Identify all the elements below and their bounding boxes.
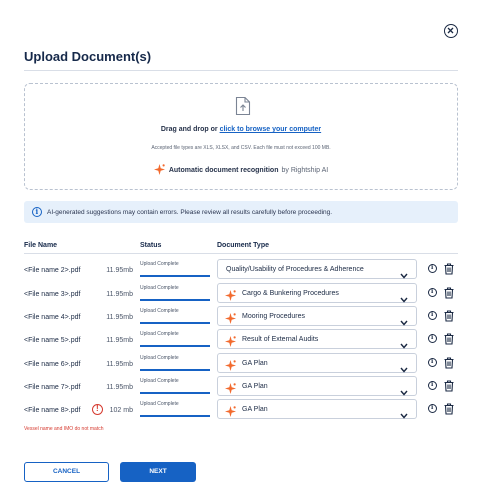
upload-status: Upload Complete	[140, 355, 179, 361]
table-row: <File name 6>.pdf 11.95mb Upload Complete G…	[24, 353, 458, 376]
upload-progress-bar	[140, 369, 210, 371]
table-row: <File name 8>.pdf 102 mb Upload Complete GA…	[24, 399, 458, 422]
table-row: <File name 4>.pdf 11.95mb Upload Complete M…	[24, 306, 458, 329]
upload-progress-bar	[140, 275, 210, 277]
trash-icon[interactable]	[444, 379, 454, 397]
upload-status: Upload Complete	[140, 285, 179, 291]
upload-status: Upload Complete	[140, 331, 179, 337]
sparkle-icon	[153, 164, 165, 175]
file-name: <File name 6>.pdf	[24, 361, 81, 368]
info-icon[interactable]	[428, 264, 437, 273]
upload-status: Upload Complete	[140, 378, 179, 384]
trash-icon[interactable]	[444, 356, 454, 374]
table-row: <File name 3>.pdf 11.95mb Upload Complete C…	[24, 283, 458, 306]
file-name: <File name 7>.pdf	[24, 384, 81, 391]
dropzone-instruction: Drag and drop or click to browse your co…	[25, 126, 457, 133]
file-size: 11.95mb	[106, 384, 133, 391]
sparkle-icon	[225, 381, 236, 399]
trash-icon[interactable]	[444, 402, 454, 420]
cancel-button[interactable]: CANCEL	[24, 462, 109, 482]
upload-progress-bar	[140, 392, 210, 394]
trash-icon[interactable]	[444, 332, 454, 350]
file-size: 102 mb	[109, 407, 133, 414]
ai-recognition-label: Automatic document recognition by Rightsh…	[25, 164, 457, 175]
chevron-down-icon	[400, 266, 408, 284]
file-name: <File name 5>.pdf	[24, 337, 81, 344]
file-dropzone[interactable]: Drag and drop or click to browse your co…	[24, 83, 458, 190]
row-error-message: Vessel name and IMO do not match	[24, 426, 104, 432]
chevron-down-icon	[400, 406, 408, 424]
file-name: <File name 4>.pdf	[24, 314, 81, 321]
next-button[interactable]: NEXT	[120, 462, 196, 482]
dialog-title: Upload Document(s)	[24, 49, 152, 64]
table-row: <File name 7>.pdf 11.95mb Upload Complete G…	[24, 376, 458, 399]
ai-disclaimer-banner: AI-generated suggestions may contain err…	[24, 201, 458, 223]
browse-link[interactable]: click to browse your computer	[220, 126, 322, 133]
title-divider	[24, 70, 458, 71]
info-icon	[32, 207, 42, 217]
info-icon[interactable]	[428, 358, 437, 367]
sparkle-icon	[225, 358, 236, 376]
document-type-value: GA Plan	[242, 383, 268, 390]
sparkle-icon	[225, 404, 236, 422]
file-name: <File name 2>.pdf	[24, 267, 81, 274]
document-type-value: Mooring Procedures	[242, 313, 306, 320]
upload-progress-bar	[140, 322, 210, 324]
info-icon[interactable]	[428, 311, 437, 320]
file-size: 11.95mb	[106, 361, 133, 368]
upload-progress-bar	[140, 345, 210, 347]
document-type-select[interactable]: Quality/Usability of Procedures & Adhere…	[217, 259, 417, 279]
sparkle-icon	[225, 288, 236, 306]
document-type-select[interactable]: Result of External Audits	[217, 329, 417, 349]
info-icon[interactable]	[428, 334, 437, 343]
trash-icon[interactable]	[444, 286, 454, 304]
upload-progress-bar	[140, 415, 210, 417]
upload-status: Upload Complete	[140, 401, 179, 407]
banner-text: AI-generated suggestions may contain err…	[47, 208, 333, 216]
document-type-value: Result of External Audits	[242, 336, 319, 343]
ai-provider: by Rightship AI	[281, 167, 329, 174]
drag-drop-text: Drag and drop or	[160, 126, 220, 133]
sparkle-icon	[225, 334, 236, 352]
table-row: <File name 5>.pdf 11.95mb Upload Complete R…	[24, 329, 458, 352]
header-status: Status	[140, 242, 162, 249]
header-file-name: File Name	[24, 242, 58, 249]
upload-status: Upload Complete	[140, 308, 179, 314]
document-type-select[interactable]: GA Plan	[217, 376, 417, 396]
upload-progress-bar	[140, 299, 210, 301]
info-icon[interactable]	[428, 288, 437, 297]
document-type-value: GA Plan	[242, 360, 268, 367]
header-document-type: Document Type	[217, 242, 269, 249]
file-size: 11.95mb	[106, 267, 133, 274]
accepted-types-note: Accepted file types are XLS, XLSX, and C…	[151, 145, 331, 151]
file-size: 11.95mb	[106, 314, 133, 321]
upload-status: Upload Complete	[140, 261, 179, 267]
header-divider	[24, 253, 458, 254]
table-row: <File name 2>.pdf 11.95mb Upload Complete Q…	[24, 259, 458, 282]
document-type-value: Cargo & Bunkering Procedures	[242, 290, 339, 297]
document-type-select[interactable]: GA Plan	[217, 353, 417, 373]
trash-icon[interactable]	[444, 262, 454, 280]
sparkle-icon	[225, 311, 236, 329]
info-icon[interactable]	[428, 404, 437, 413]
chevron-down-icon	[400, 336, 408, 354]
document-type-value: Quality/Usability of Procedures & Adhere…	[226, 266, 364, 273]
file-size: 11.95mb	[106, 337, 133, 344]
file-upload-icon	[235, 96, 251, 116]
document-type-value: GA Plan	[242, 406, 268, 413]
ai-label: Automatic document recognition	[168, 167, 279, 174]
file-size: 11.95mb	[106, 291, 133, 298]
close-icon[interactable]	[444, 24, 458, 38]
info-icon[interactable]	[428, 381, 437, 390]
document-type-select[interactable]: Mooring Procedures	[217, 306, 417, 326]
file-name: <File name 3>.pdf	[24, 291, 81, 298]
document-type-select[interactable]: GA Plan	[217, 399, 417, 419]
file-name: <File name 8>.pdf	[24, 407, 81, 414]
trash-icon[interactable]	[444, 309, 454, 327]
document-type-select[interactable]: Cargo & Bunkering Procedures	[217, 283, 417, 303]
